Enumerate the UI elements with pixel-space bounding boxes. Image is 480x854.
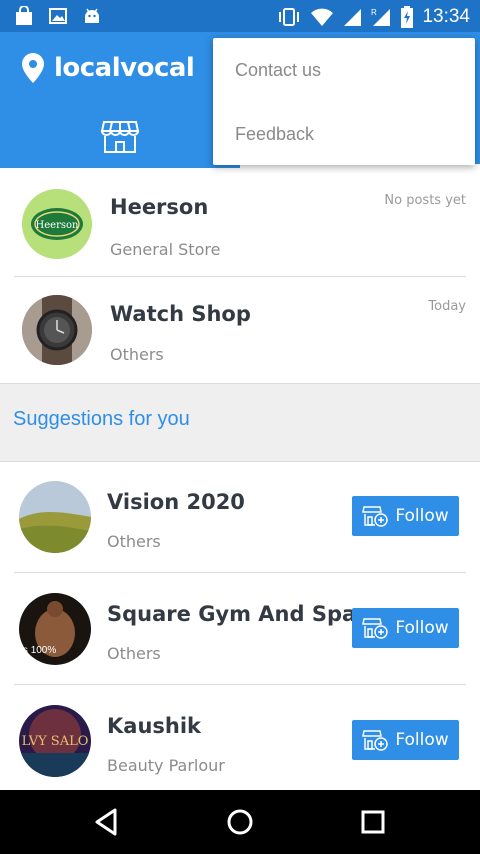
avatar (19, 481, 91, 553)
status-bar: R 13:34 (0, 0, 480, 32)
store-follow-icon (362, 506, 389, 527)
store-category: Beauty Parlour (107, 756, 225, 775)
avatar: 's 100% (19, 593, 91, 665)
signal-roaming-icon: R (371, 8, 391, 26)
avatar (22, 295, 92, 365)
suggestions-title: Suggestions for you (13, 408, 190, 430)
store-category: Others (110, 345, 164, 364)
list-item[interactable]: Vision 2020 Others Follow (0, 461, 480, 572)
menu-item-feedback[interactable]: Feedback (235, 124, 314, 145)
post-status: No posts yet (384, 193, 466, 208)
android-icon (85, 8, 99, 23)
follow-button[interactable]: Follow (352, 720, 459, 760)
brand-logo: localvocal (20, 52, 195, 84)
list-item[interactable]: Heerson Heerson General Store No posts y… (0, 168, 480, 276)
store-category: General Store (110, 240, 221, 259)
shopping-bag-icon (16, 6, 32, 25)
avatar: Heerson (22, 189, 92, 259)
brand-name: localvocal (54, 53, 195, 83)
store-tab-icon[interactable] (100, 118, 140, 154)
follow-label: Follow (395, 506, 449, 526)
store-category: Others (107, 644, 161, 663)
svg-text:R: R (371, 8, 377, 17)
avatar-text: LVY SALO (22, 734, 89, 749)
home-icon[interactable] (224, 806, 256, 838)
navigation-bar (0, 790, 480, 854)
avatar-text: 's 100% (21, 645, 56, 656)
list-item[interactable]: 's 100% Square Gym And Spa Others Follow (0, 573, 480, 684)
overflow-menu: Contact us Feedback (213, 38, 475, 165)
avatar: LVY SALO (19, 705, 91, 777)
location-pin-icon (22, 53, 44, 83)
store-name: Kaushik (107, 714, 202, 738)
list-item[interactable]: Watch Shop Others Today (0, 277, 480, 383)
recents-icon[interactable] (357, 806, 389, 838)
menu-item-contact-us[interactable]: Contact us (235, 60, 321, 81)
follow-label: Follow (395, 618, 449, 638)
image-icon (49, 8, 67, 24)
post-status: Today (428, 299, 466, 314)
clock: 13:34 (422, 6, 470, 27)
store-category: Others (107, 532, 161, 551)
store-name: Heerson (110, 195, 209, 219)
suggestions-header: Suggestions for you (0, 383, 480, 462)
battery-charging-icon (401, 6, 414, 28)
follow-button[interactable]: Follow (352, 608, 459, 648)
avatar-text: Heerson (36, 220, 79, 231)
store-name: Vision 2020 (107, 490, 245, 514)
wifi-icon (311, 8, 334, 26)
vibrate-icon (279, 8, 300, 26)
store-follow-icon (362, 730, 389, 751)
back-icon[interactable] (91, 806, 123, 838)
store-follow-icon (362, 618, 389, 639)
store-name: Square Gym And Spa (107, 602, 357, 626)
follow-label: Follow (395, 730, 449, 750)
store-name: Watch Shop (110, 302, 251, 326)
follow-button[interactable]: Follow (352, 496, 459, 536)
list-item[interactable]: LVY SALO Kaushik Beauty Parlour Follow (0, 685, 480, 790)
signal-icon (344, 9, 362, 26)
